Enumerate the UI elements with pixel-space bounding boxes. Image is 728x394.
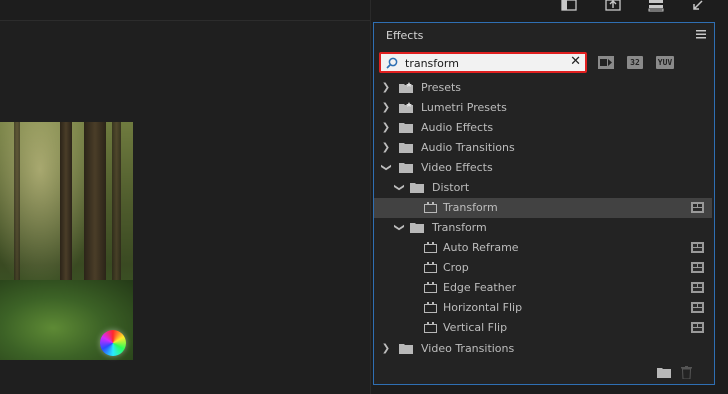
folder-icon <box>399 123 413 133</box>
effects-panel: Effects ✕ 32 YUV ❯ Presets ❯ Lumetri Pre… <box>373 22 715 385</box>
effect-icon <box>424 302 437 313</box>
star-folder-icon <box>399 82 413 93</box>
chevron-down-icon[interactable]: ❯ <box>394 223 405 233</box>
effect-icon <box>424 262 437 273</box>
chevron-right-icon[interactable]: ❯ <box>381 142 391 153</box>
gpu-accelerated-badge-icon <box>691 302 704 313</box>
star-folder-icon <box>399 102 413 113</box>
tree-item-edge-feather[interactable]: Edge Feather <box>374 278 712 298</box>
effect-icon <box>424 202 437 213</box>
chevron-right-icon[interactable]: ❯ <box>381 343 391 354</box>
tree-item-crop[interactable]: Crop <box>374 258 712 278</box>
effect-icon <box>424 282 437 293</box>
search-icon <box>386 57 398 69</box>
tree-item-label: Audio Effects <box>421 121 494 134</box>
accelerated-effects-icon[interactable] <box>598 56 614 69</box>
tree-item-audio-effects[interactable]: ❯ Audio Effects <box>374 118 712 138</box>
tree-item-auto-reframe[interactable]: Auto Reframe <box>374 238 712 258</box>
gpu-accelerated-badge-icon <box>691 282 704 293</box>
tree-item-video-transitions[interactable]: ❯ Video Transitions <box>374 339 712 359</box>
tree-item-label: Auto Reframe <box>443 241 519 254</box>
hamburger-menu-icon[interactable] <box>696 29 706 42</box>
clear-search-icon[interactable]: ✕ <box>570 54 581 69</box>
tree-trunk <box>60 122 72 302</box>
folder-icon <box>410 223 424 233</box>
panel-layout-icon[interactable] <box>561 0 577 14</box>
tree-item-distort[interactable]: ❯ Distort <box>374 178 712 198</box>
tree-trunk <box>14 122 20 292</box>
effect-icon <box>424 322 437 333</box>
tree-item-label: Presets <box>421 81 462 94</box>
folder-icon <box>399 344 413 354</box>
gpu-accelerated-badge-icon <box>691 202 704 213</box>
folder-icon <box>399 143 413 153</box>
tree-item-label: Video Effects <box>421 161 493 174</box>
tree-item-audio-transitions[interactable]: ❯ Audio Transitions <box>374 138 712 158</box>
tree-item-lumetri-presets[interactable]: ❯ Lumetri Presets <box>374 98 712 118</box>
effects-search-box[interactable]: ✕ <box>379 52 587 73</box>
yuv-filter-button[interactable]: YUV <box>656 56 674 69</box>
tree-item-video-effects[interactable]: ❯ Video Effects <box>374 158 712 178</box>
export-frame-icon[interactable] <box>605 0 621 14</box>
chevron-down-icon[interactable]: ❯ <box>394 183 405 193</box>
tree-item-label: Horizontal Flip <box>443 301 523 314</box>
tree-item-label: Distort <box>432 181 470 194</box>
gpu-accelerated-badge-icon <box>691 262 704 273</box>
tree-item-label: Transform <box>443 201 498 214</box>
folder-icon <box>410 183 424 193</box>
chevron-down-icon[interactable]: ❯ <box>381 163 392 173</box>
top-toolbar <box>0 0 728 20</box>
chevron-right-icon[interactable]: ❯ <box>381 82 391 93</box>
tree-item-vertical-flip[interactable]: Vertical Flip <box>374 318 712 338</box>
trash-icon[interactable] <box>681 366 692 379</box>
gpu-accelerated-badge-icon <box>691 242 704 253</box>
tree-item-label: Video Transitions <box>421 342 515 355</box>
search-input[interactable] <box>405 56 565 70</box>
gpu-accelerated-badge-icon <box>691 322 704 333</box>
tree-item-transform-folder[interactable]: ❯ Transform <box>374 218 712 238</box>
tree-item-label: Edge Feather <box>443 281 516 294</box>
panel-title: Effects <box>386 29 424 42</box>
new-bin-icon[interactable] <box>657 367 671 378</box>
folder-icon <box>399 163 413 173</box>
32-bit-filter-button[interactable]: 32 <box>627 56 643 69</box>
workspace-icon[interactable] <box>648 0 664 14</box>
chevron-right-icon[interactable]: ❯ <box>381 122 391 133</box>
tree-item-label: Vertical Flip <box>443 321 508 334</box>
tree-item-label: Transform <box>432 221 487 234</box>
tree-item-transform-effect-selected[interactable]: Transform <box>374 198 712 218</box>
effect-icon <box>424 242 437 253</box>
tree-item-label: Audio Transitions <box>421 141 515 154</box>
video-preview-forest <box>0 122 133 360</box>
collapse-arrow-icon[interactable] <box>690 0 706 14</box>
tree-item-presets[interactable]: ❯ Presets <box>374 78 712 98</box>
tree-item-label: Lumetri Presets <box>421 101 507 114</box>
color-wheel-icon <box>100 330 126 356</box>
chevron-right-icon[interactable]: ❯ <box>381 102 391 113</box>
tree-item-horizontal-flip[interactable]: Horizontal Flip <box>374 298 712 318</box>
tree-item-label: Crop <box>443 261 469 274</box>
panel-divider <box>370 0 371 394</box>
